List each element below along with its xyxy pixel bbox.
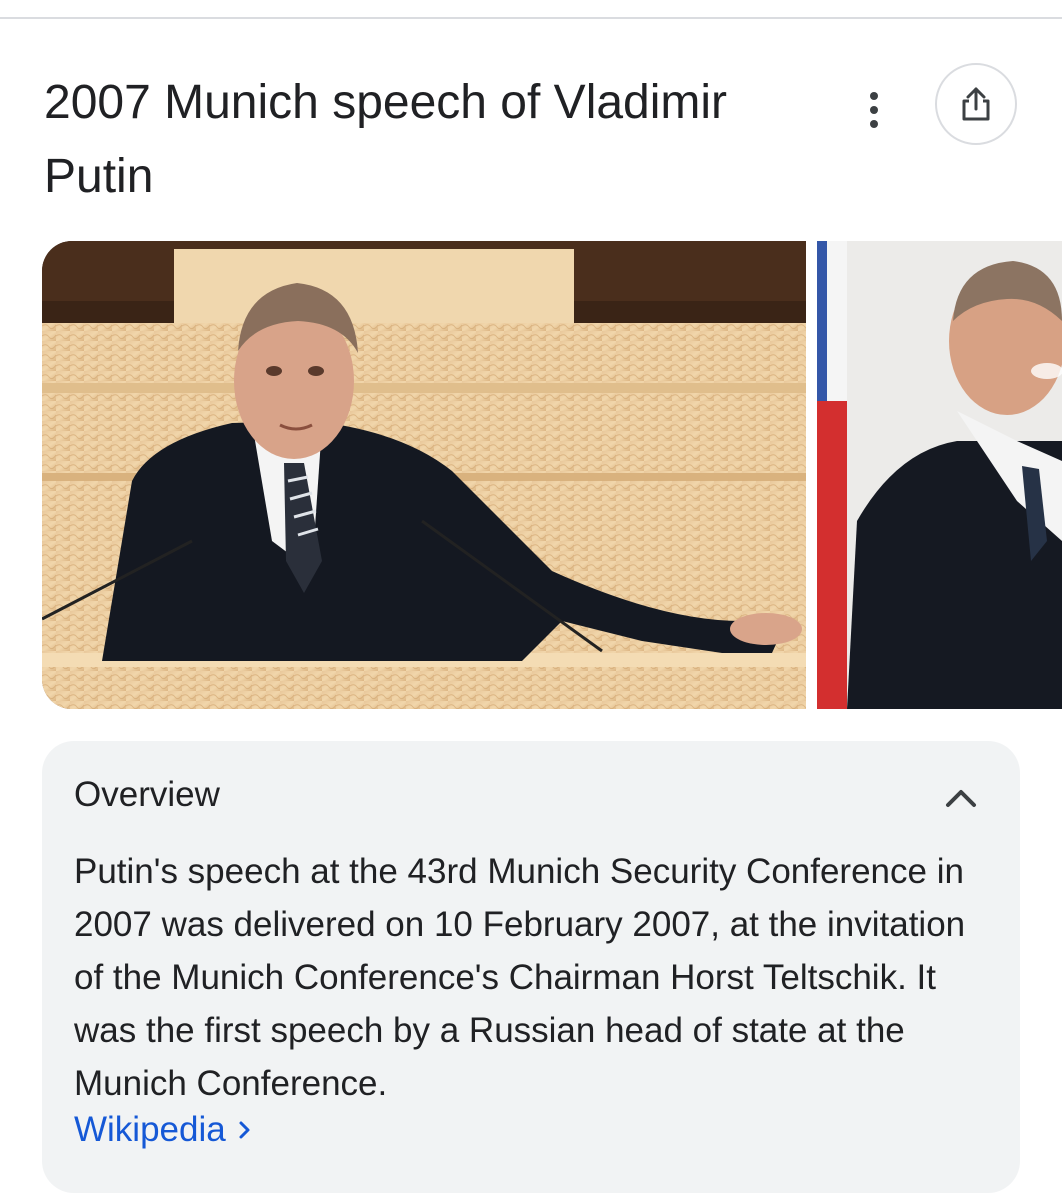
photo-flag — [817, 241, 1062, 709]
top-divider — [0, 17, 1062, 19]
overview-heading: Overview — [74, 775, 220, 814]
collapse-button[interactable] — [940, 777, 982, 819]
share-icon — [962, 87, 990, 121]
share-button[interactable] — [935, 63, 1017, 145]
overview-description: Putin's speech at the 43rd Munich Securi… — [74, 852, 966, 1103]
wikipedia-link-label: Wikipedia — [74, 1110, 226, 1149]
photo-lectern — [42, 241, 806, 709]
wikipedia-source-link[interactable]: Wikipedia — [74, 1108, 252, 1152]
more-vert-icon-dot — [870, 106, 878, 114]
more-vert-icon — [870, 92, 878, 100]
more-vert-icon-dot — [870, 120, 878, 128]
page-title: 2007 Munich speech of Vladimir Putin — [44, 76, 728, 203]
image-putin-flag[interactable] — [817, 241, 1062, 709]
overview-card: Overview Putin's speech at the 43rd Muni… — [42, 741, 1020, 1193]
image-carousel[interactable] — [42, 241, 1062, 709]
more-options-button[interactable] — [852, 82, 896, 138]
knowledge-panel: 2007 Munich speech of Vladimir Putin Ove… — [0, 0, 1062, 1200]
image-putin-lectern[interactable] — [42, 241, 806, 709]
chevron-right-icon — [239, 1121, 250, 1139]
chevron-up-icon — [946, 790, 976, 807]
